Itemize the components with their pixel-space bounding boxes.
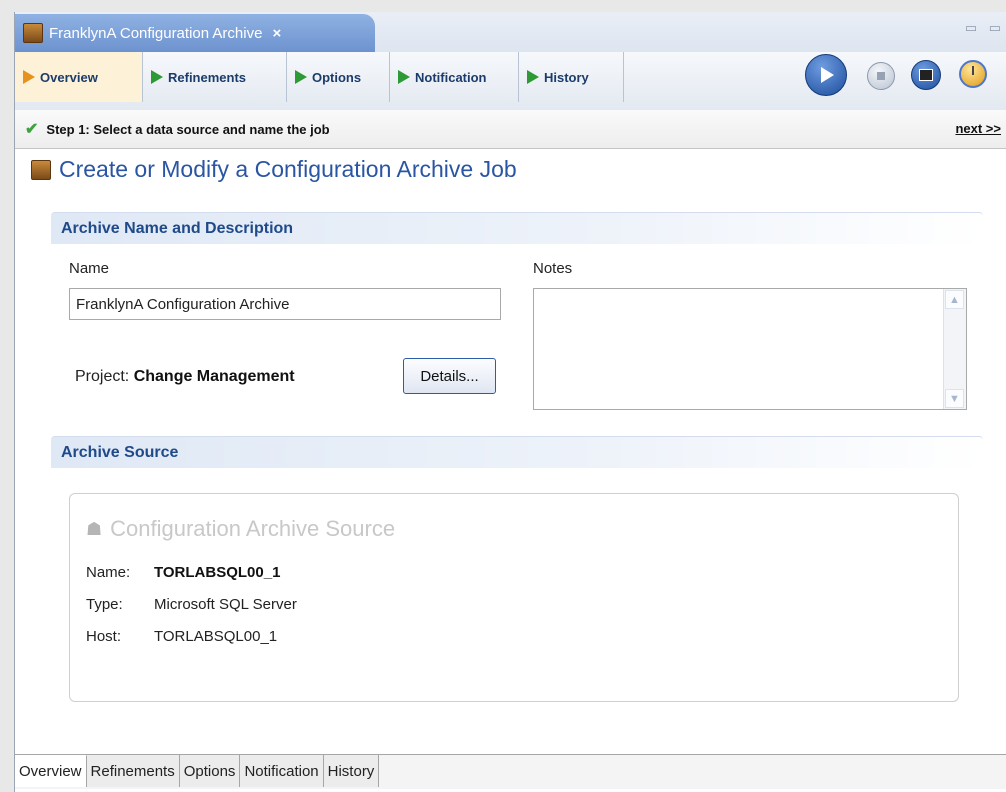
- step-arrow-icon: [295, 70, 307, 84]
- editor-tab[interactable]: FranklynA Configuration Archive ×: [15, 14, 375, 52]
- database-icon: ☗: [86, 518, 103, 539]
- console-icon[interactable]: [911, 60, 941, 90]
- source-box-title: ☗ Configuration Archive Source: [86, 516, 395, 542]
- notes-textarea[interactable]: ▲ ▼: [533, 288, 967, 410]
- step-tab-label: History: [544, 69, 589, 85]
- step-arrow-icon: [23, 70, 35, 84]
- bottom-tab-history[interactable]: History: [323, 755, 380, 787]
- archive-icon: [23, 23, 43, 43]
- name-label: Name: [69, 260, 110, 277]
- editor-tab-title: FranklynA Configuration Archive: [49, 24, 263, 42]
- step-arrow-icon: [151, 70, 163, 84]
- archive-icon: [31, 159, 51, 180]
- step-tab-options[interactable]: Options: [287, 52, 390, 102]
- source-host-row: Host: TORLABSQL00_1: [86, 628, 277, 645]
- step-arrow-icon: [527, 70, 539, 84]
- project-value: Change Management: [133, 368, 295, 385]
- step-tab-label: Refinements: [168, 69, 247, 85]
- step-tab-label: Overview: [40, 69, 98, 85]
- bottom-tab-options[interactable]: Options: [179, 755, 241, 787]
- step-tab-notification[interactable]: Notification: [390, 52, 519, 102]
- scroll-up-icon[interactable]: ▲: [945, 290, 964, 309]
- section-archive-name[interactable]: Archive Name and Description: [51, 212, 983, 244]
- bottom-tab-bar: Overview Refinements Options Notificatio…: [15, 754, 1006, 789]
- step-tab-refinements[interactable]: Refinements: [143, 52, 287, 102]
- bottom-tab-overview[interactable]: Overview: [15, 755, 87, 787]
- editor-frame: FranklynA Configuration Archive × ▭ ▭ Ov…: [14, 12, 1006, 792]
- source-name-value: TORLABSQL00_1: [154, 564, 281, 581]
- close-icon[interactable]: ×: [272, 25, 281, 42]
- project-label: Project:: [75, 368, 134, 385]
- step-tab-history[interactable]: History: [519, 52, 624, 102]
- step-tab-overview[interactable]: Overview: [15, 52, 143, 102]
- project-row: Project: Change Management: [75, 368, 295, 386]
- details-button[interactable]: Details...: [403, 358, 496, 394]
- step-instruction: Step 1: Select a data source and name th…: [46, 121, 330, 137]
- source-name-label: Name:: [86, 564, 131, 581]
- step-tab-label: Options: [312, 69, 362, 85]
- scroll-down-icon[interactable]: ▼: [945, 389, 964, 408]
- page-title-text: Create or Modify a Configuration Archive…: [59, 156, 517, 182]
- source-box-title-text: Configuration Archive Source: [110, 516, 396, 541]
- step-tabs-bar: Overview Refinements Options Notificatio…: [15, 52, 1006, 111]
- play-icon[interactable]: [805, 54, 847, 96]
- next-link[interactable]: next >>: [955, 121, 1001, 136]
- source-host-label: Host:: [86, 628, 122, 645]
- notes-scrollbar[interactable]: ▲ ▼: [943, 289, 966, 409]
- editor-tab-bar: FranklynA Configuration Archive × ▭ ▭: [15, 12, 1006, 53]
- bottom-tab-refinements[interactable]: Refinements: [86, 755, 180, 787]
- clock-icon[interactable]: [959, 60, 987, 88]
- source-type-label: Type:: [86, 596, 123, 613]
- source-box: ☗ Configuration Archive Source Name: TORL…: [69, 493, 959, 702]
- source-type-row: Type: Microsoft SQL Server: [86, 596, 297, 613]
- window-controls[interactable]: ▭ ▭: [965, 20, 1005, 36]
- page-title: Create or Modify a Configuration Archive…: [31, 156, 517, 183]
- source-type-value: Microsoft SQL Server: [154, 596, 297, 613]
- step-tab-label: Notification: [415, 69, 487, 85]
- name-field[interactable]: [69, 288, 501, 320]
- source-name-row: Name: TORLABSQL00_1: [86, 564, 280, 581]
- stop-icon[interactable]: [867, 62, 895, 90]
- notes-label: Notes: [533, 260, 573, 277]
- source-host-value: TORLABSQL00_1: [154, 628, 278, 645]
- step-arrow-icon: [398, 70, 410, 84]
- checkmark-icon: ✔: [25, 121, 39, 138]
- step-header: ✔ Step 1: Select a data source and name …: [15, 110, 1006, 149]
- section-archive-source[interactable]: Archive Source: [51, 436, 983, 468]
- bottom-tab-notification[interactable]: Notification: [240, 755, 324, 787]
